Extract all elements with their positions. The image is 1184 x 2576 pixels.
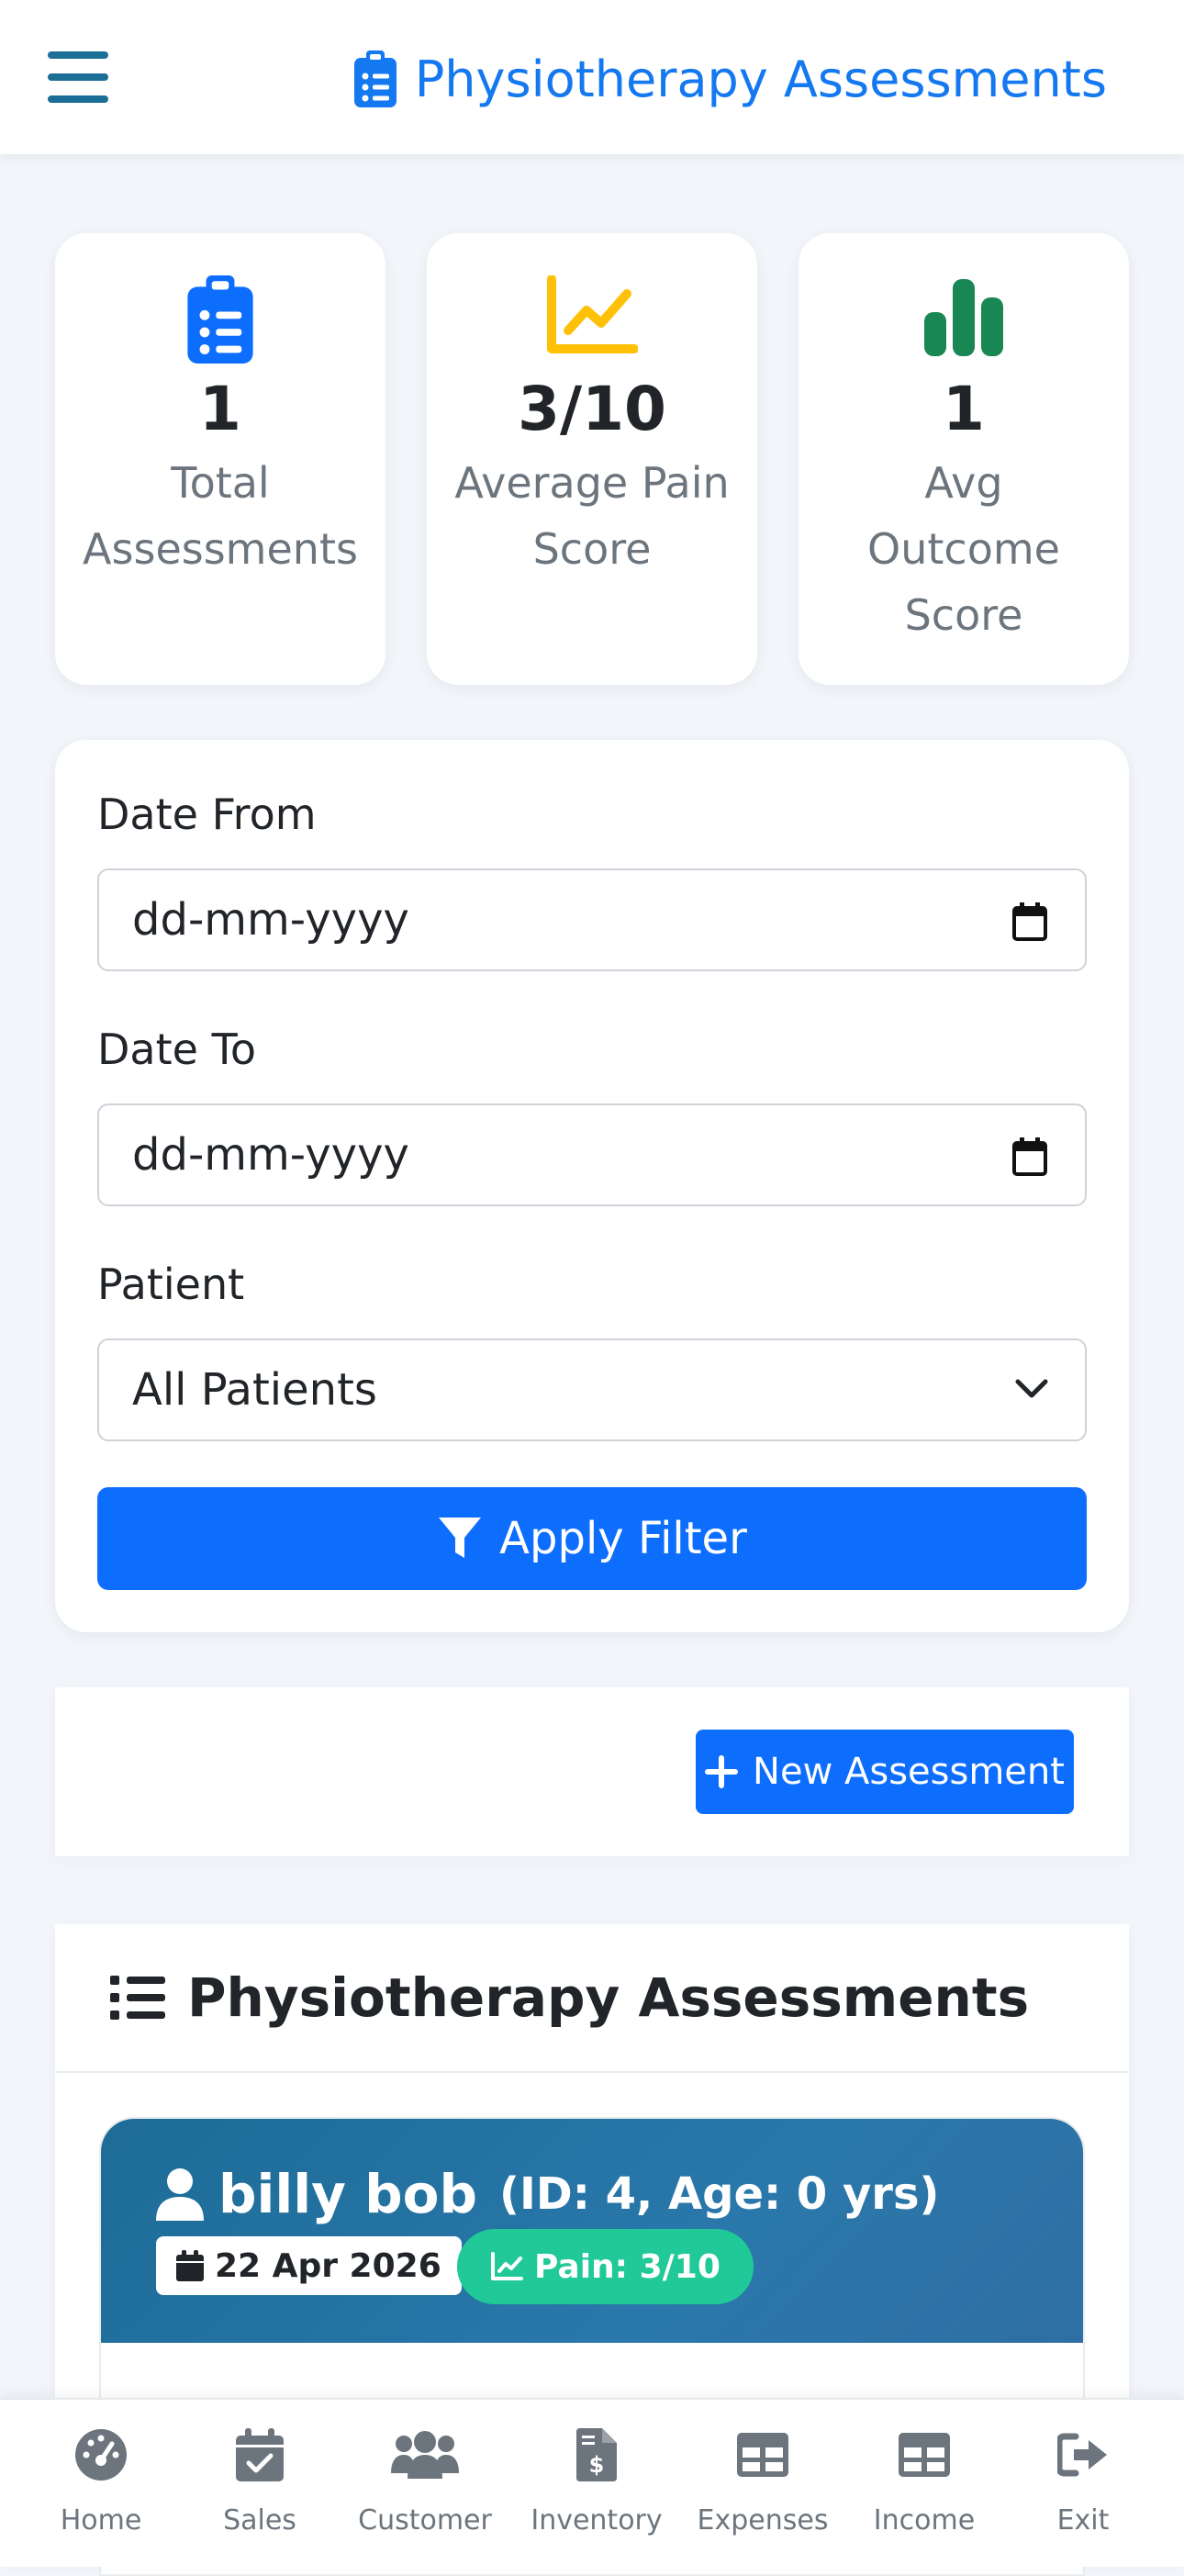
filter-icon [439,1518,482,1558]
table-icon [899,2433,950,2477]
patient-name: billy bob [218,2163,478,2225]
date-to-placeholder: dd-mm-yyyy [132,1129,409,1181]
chart-line-icon [547,275,638,353]
users-icon [391,2431,459,2479]
date-from-placeholder: dd-mm-yyyy [132,894,409,946]
date-badge: 22 Apr 2026 [156,2236,462,2295]
patient-label: Patient [97,1260,245,1309]
list-icon [110,1976,165,2020]
list-title: Physiotherapy Assessments [187,1966,1030,2029]
table-icon [737,2433,788,2477]
date-from-input[interactable]: dd-mm-yyyy [97,868,1087,971]
menu-icon[interactable] [48,51,108,103]
nav-item-sales[interactable]: Sales [177,2400,342,2569]
calendar-icon [176,2250,204,2281]
nav-item-income[interactable]: Income [842,2400,1007,2569]
assessment-date: 22 Apr 2026 [215,2246,441,2285]
apply-filter-button[interactable]: Apply Filter [97,1487,1087,1590]
clipboard-list-icon [353,50,397,107]
stat-card-avg-outcome: 1 Avg Outcome Score [799,233,1129,685]
stat-value: 1 [943,374,985,444]
user-icon [156,2168,204,2221]
pain-badge: Pain: 3/10 [457,2229,754,2304]
page-title: Physiotherapy Assessments [353,46,1107,112]
nav-item-home[interactable]: Home [18,2400,184,2569]
plus-icon [705,1755,739,1788]
stat-card-average-pain: 3/10 Average Pain Score [427,233,757,685]
calendar-icon[interactable] [1011,902,1048,942]
dashboard-icon [75,2429,127,2481]
date-to-input[interactable]: dd-mm-yyyy [97,1103,1087,1206]
clipboard-list-icon [187,275,253,364]
patient-meta: (ID: 4, Age: 0 yrs) [499,2168,940,2220]
nav-item-customer[interactable]: Customer [342,2400,508,2569]
action-card: New Assessment [55,1687,1129,1856]
nav-label: Customer [358,2504,492,2537]
nav-item-inventory[interactable]: $ Inventory [514,2400,679,2569]
date-to-label: Date To [97,1025,256,1074]
pain-score: Pain: 3/10 [534,2247,720,2286]
calendar-check-icon [236,2428,284,2481]
date-from-label: Date From [97,790,317,839]
calendar-icon[interactable] [1011,1137,1048,1177]
chevron-down-icon [1015,1379,1048,1398]
top-bar: Physiotherapy Assessments [0,0,1184,154]
invoice-dollar-icon: $ [576,2428,617,2481]
sign-out-icon [1057,2433,1107,2477]
nav-label: Income [873,2504,976,2537]
stat-value: 3/10 [518,374,666,444]
patient-select-value: All Patients [132,1364,377,1416]
nav-label: Sales [223,2504,296,2537]
new-assessment-button[interactable]: New Assessment [696,1730,1074,1814]
chart-line-icon [491,2252,523,2280]
patient-name-row: billy bob (ID: 4, Age: 0 yrs) [154,2163,939,2225]
nav-label: Home [60,2504,142,2537]
nav-item-expenses[interactable]: Expenses [680,2400,845,2569]
svg-text:$: $ [589,2452,605,2478]
nav-label: Inventory [531,2504,663,2537]
stat-card-total-assessments: 1 Total Assessments [55,233,385,685]
assessment-card-header: billy bob (ID: 4, Age: 0 yrs) 22 Apr 202… [101,2119,1083,2343]
new-assessment-label: New Assessment [753,1751,1065,1793]
nav-label: Exit [1056,2504,1110,2537]
app-title-text: Physiotherapy Assessments [414,50,1107,108]
bar-chart-icon [924,279,1003,356]
stat-label: Avg Outcome Score [867,458,1060,640]
stat-value: 1 [199,374,241,444]
nav-label: Expenses [697,2504,829,2537]
patient-select[interactable]: All Patients [97,1338,1087,1441]
list-header: Physiotherapy Assessments [55,1924,1129,2073]
stat-label: Total Assessments [83,458,358,574]
apply-filter-label: Apply Filter [499,1513,747,1564]
stat-label: Average Pain Score [454,458,730,574]
bottom-nav: Home Sales Customer $ Inventory Expenses… [0,2398,1184,2567]
nav-item-exit[interactable]: Exit [1000,2400,1166,2569]
filter-card: Date From dd-mm-yyyy Date To dd-mm-yyyy … [55,740,1129,1632]
